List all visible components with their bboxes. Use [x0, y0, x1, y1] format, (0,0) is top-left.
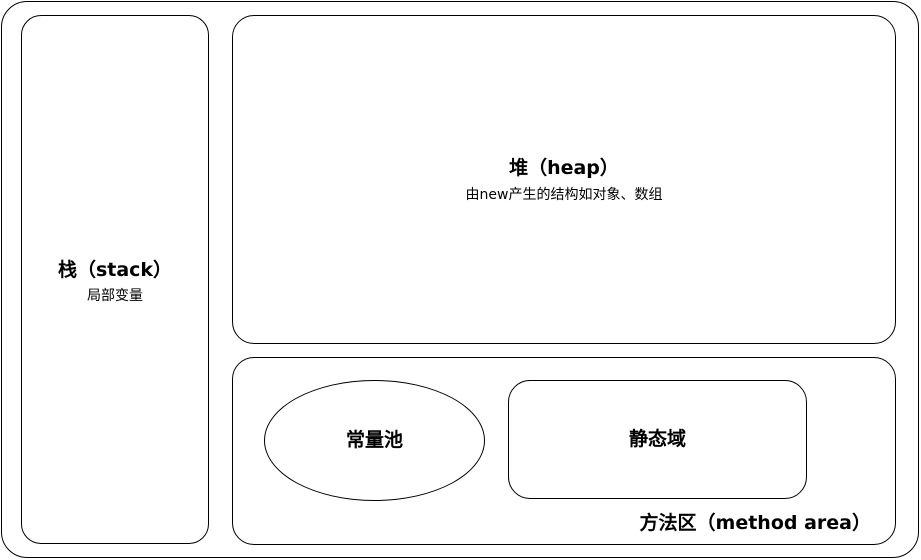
heap-subtitle: 由new产生的结构如对象、数组 [465, 187, 663, 203]
stack-region: 栈（stack） 局部变量 [21, 15, 209, 544]
stack-subtitle: 局部变量 [87, 288, 143, 304]
heap-title: 堆（heap） [509, 157, 619, 179]
stack-title: 栈（stack） [57, 259, 173, 281]
constant-pool-region: 常量池 [264, 380, 485, 501]
static-area-region: 静态域 [508, 380, 807, 499]
method-area-label: 方法区（method area） [639, 512, 871, 534]
heap-region: 堆（heap） 由new产生的结构如对象、数组 [232, 15, 896, 344]
constant-pool-label: 常量池 [345, 429, 403, 451]
static-area-label: 静态域 [628, 428, 686, 450]
